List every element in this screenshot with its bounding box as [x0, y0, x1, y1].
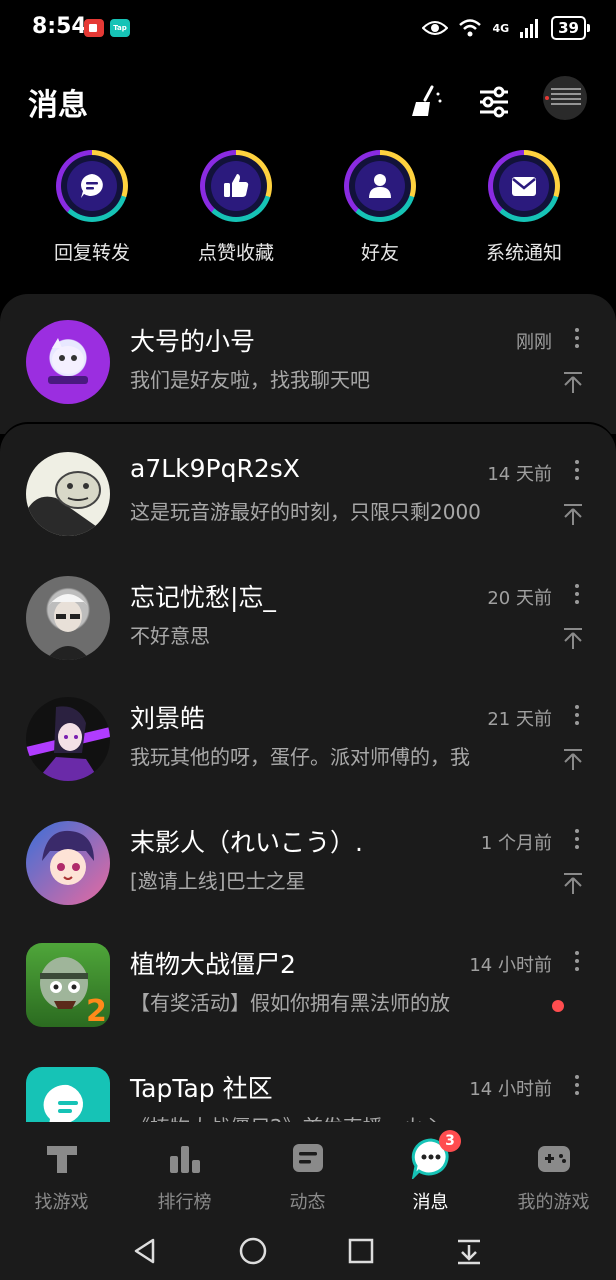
back-icon[interactable] — [128, 1234, 162, 1268]
conversation-preview: 这是玩音游最好的时刻，只限只剩2000 — [130, 500, 481, 524]
category-label: 点赞收藏 — [197, 242, 274, 264]
conversation-preview: 我玩其他的呀，蛋仔。派对师傅的，我 — [130, 745, 470, 769]
conversation-name: 末影人（れいこう）. — [130, 828, 363, 857]
conversation-list: a7Lk9PqR2sX 这是玩音游最好的时刻，只限只剩2000 14 天前 忘记… — [0, 424, 616, 1144]
pin-top-icon[interactable] — [562, 502, 584, 526]
chat-bubble-icon — [81, 174, 103, 198]
message-categories: 回复转发 点赞收藏 好友 系统通知 — [0, 150, 616, 270]
avatar — [26, 821, 110, 905]
tab-label: 找游戏 — [34, 1192, 89, 1213]
category-system[interactable]: 系统通知 — [452, 150, 596, 265]
home-icon[interactable] — [236, 1234, 270, 1268]
conversation-row[interactable]: 末影人（れいこう）. [邀请上线]巴士之星 1 个月前 — [0, 821, 616, 941]
gamepad-icon — [537, 1146, 570, 1172]
avatar — [26, 697, 110, 781]
system-nav-bar — [0, 1222, 616, 1280]
conversation-preview: 不好意思 — [130, 624, 210, 648]
conversation-time: 刚刚 — [516, 332, 552, 353]
network-type: 4G — [492, 21, 510, 35]
category-replies[interactable]: 回复转发 — [20, 150, 164, 265]
taptap-t-icon — [46, 1146, 77, 1173]
tab-my-games[interactable]: 我的游戏 — [492, 1134, 615, 1214]
battery-indicator: 39 — [551, 16, 590, 40]
more-options-icon[interactable] — [574, 829, 580, 849]
tab-label: 动态 — [289, 1192, 326, 1213]
recents-icon[interactable] — [344, 1234, 378, 1268]
tab-rankings[interactable]: 排行榜 — [123, 1134, 246, 1214]
envelope-icon — [512, 177, 536, 196]
conversation-row[interactable]: a7Lk9PqR2sX 这是玩音游最好的时刻，只限只剩2000 14 天前 — [0, 452, 616, 572]
tab-label: 消息 — [412, 1192, 449, 1213]
feed-icon — [292, 1144, 323, 1172]
pin-top-icon[interactable] — [562, 747, 584, 771]
conversation-time: 14 小时前 — [469, 955, 552, 976]
tab-feed[interactable]: 动态 — [246, 1134, 369, 1214]
unread-count-badge: 3 — [439, 1130, 461, 1152]
category-label: 回复转发 — [53, 242, 130, 264]
conversation-time: 20 天前 — [487, 588, 552, 609]
taptap-icon: Tap — [110, 19, 130, 37]
conversation-time: 21 天前 — [487, 709, 552, 730]
ranking-bars-icon — [169, 1146, 200, 1173]
conversation-preview: [邀请上线]巴士之星 — [130, 869, 306, 893]
bottom-tab-bar: 找游戏 排行榜 动态 3 消息 我的游戏 — [0, 1122, 616, 1222]
person-icon — [369, 174, 391, 198]
conversation-time: 1 个月前 — [480, 833, 552, 854]
tab-label: 排行榜 — [157, 1192, 212, 1213]
svg-text:2: 2 — [86, 994, 107, 1027]
conversation-row[interactable]: 2 植物大战僵尸2 【有奖活动】假如你拥有黑法师的放 14 小时前 — [0, 943, 616, 1063]
conversation-preview: 【有奖活动】假如你拥有黑法师的放 — [130, 991, 450, 1015]
conversation-name: a7Lk9PqR2sX — [130, 454, 300, 483]
recorder-icon — [84, 19, 104, 37]
status-bar: 8:54 Tap 4G 39 — [0, 0, 616, 58]
page-title: 消息 — [28, 88, 88, 123]
tab-messages[interactable]: 3 消息 — [369, 1130, 492, 1214]
conversation-time: 14 小时前 — [469, 1079, 552, 1100]
eye-icon — [422, 21, 449, 35]
wifi-icon — [459, 19, 482, 37]
avatar — [26, 320, 110, 404]
more-options-icon[interactable] — [574, 1075, 580, 1095]
thumbs-up-icon — [224, 174, 249, 197]
notification-pull-icon[interactable] — [452, 1234, 486, 1268]
more-options-icon[interactable] — [574, 705, 580, 725]
unread-dot — [552, 1000, 564, 1012]
conversation-name: 植物大战僵尸2 — [130, 950, 296, 979]
conversation-name: TapTap 社区 — [130, 1074, 273, 1103]
more-options-icon[interactable] — [574, 328, 580, 348]
pinned-conversation-card: 大号的小号 我们是好友啦，找我聊天吧 刚刚 — [0, 294, 616, 434]
more-options-icon[interactable] — [574, 951, 580, 971]
settings-sliders-icon[interactable] — [474, 82, 514, 122]
more-options-icon[interactable] — [574, 584, 580, 604]
app-icon: 2 — [26, 943, 110, 1027]
pin-top-icon[interactable] — [562, 370, 584, 394]
conversation-row[interactable]: 忘记忧愁|忘_ 不好意思 20 天前 — [0, 576, 616, 696]
conversation-name: 刘景皓 — [130, 704, 206, 733]
more-options-icon[interactable] — [574, 460, 580, 480]
category-label: 好友 — [360, 242, 399, 264]
conversation-time: 14 天前 — [487, 464, 552, 485]
conversation-name: 大号的小号 — [130, 327, 256, 356]
page-header: 消息 — [0, 70, 616, 130]
tab-find-games[interactable]: 找游戏 — [0, 1134, 123, 1214]
avatar — [26, 452, 110, 536]
avatar — [26, 576, 110, 660]
category-likes[interactable]: 点赞收藏 — [164, 150, 308, 265]
conversation-name: 忘记忧愁|忘_ — [130, 583, 276, 612]
signal-icon — [520, 19, 539, 38]
pin-top-icon[interactable] — [562, 871, 584, 895]
tab-label: 我的游戏 — [517, 1192, 590, 1213]
conversation-row[interactable]: 刘景皓 我玩其他的呀，蛋仔。派对师傅的，我 21 天前 — [0, 697, 616, 817]
user-avatar[interactable] — [543, 76, 587, 120]
category-label: 系统通知 — [485, 242, 562, 264]
conversation-preview: 我们是好友啦，找我聊天吧 — [130, 368, 370, 392]
status-time: 8:54 — [32, 14, 87, 39]
category-friends[interactable]: 好友 — [308, 150, 452, 265]
conversation-row[interactable]: 大号的小号 我们是好友啦，找我聊天吧 刚刚 — [0, 320, 616, 440]
pin-top-icon[interactable] — [562, 626, 584, 650]
clean-broom-icon[interactable] — [406, 82, 446, 122]
